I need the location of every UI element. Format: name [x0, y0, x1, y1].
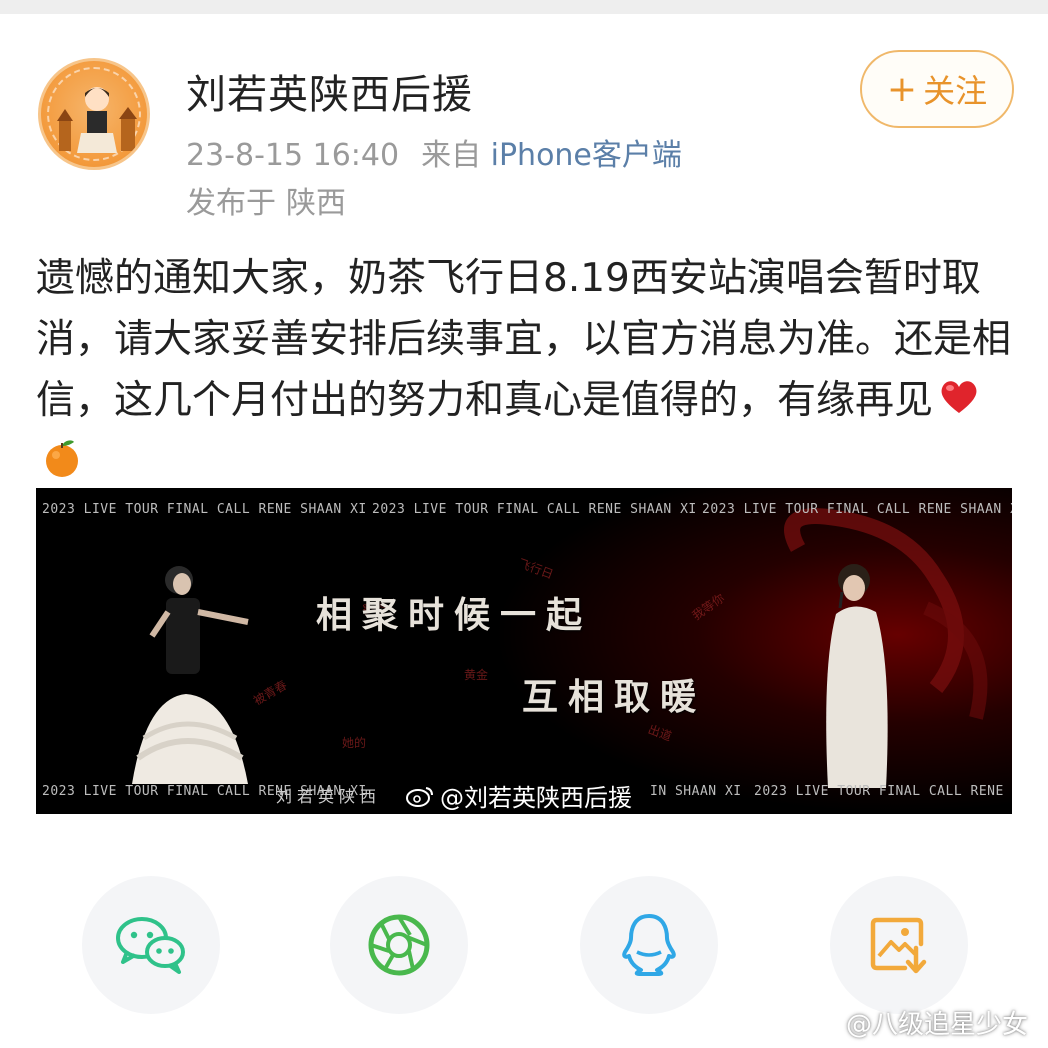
- status-bar-strip: [0, 0, 1048, 14]
- tour-line-top-2: 2023 LIVE TOUR FINAL CALL RENE SHAAN XI: [372, 502, 697, 517]
- banner-watermark: @刘若英陕西后援: [406, 778, 632, 813]
- moments-icon: [368, 914, 430, 976]
- banner-slogan-1: 相聚时候一起: [316, 594, 593, 636]
- source-prefix: 来自: [421, 138, 482, 173]
- tour-line-top-1: 2023 LIVE TOUR FINAL CALL RENE SHAAN XI: [42, 502, 367, 517]
- author-name[interactable]: 刘若英陕西后援: [186, 62, 473, 120]
- tangerine-emoji-icon: [46, 440, 78, 477]
- location-prefix: 发布于: [186, 186, 276, 221]
- float-word: 她的: [342, 736, 367, 750]
- float-word: 黄金: [464, 668, 489, 682]
- banner-tagline: 刘若英陕西: [276, 787, 382, 806]
- follow-button[interactable]: + 关注: [860, 50, 1014, 128]
- tour-line-top-3: 2023 LIVE TOUR FINAL CALL RENE SHAAN XI: [702, 502, 1012, 517]
- wechat-icon: [116, 917, 185, 974]
- share-moments-button[interactable]: [330, 876, 468, 1014]
- post-text: 遗憾的通知大家，奶茶飞行日8.19西安站演唱会暂时取消，请大家妥善安排后续事宜，…: [36, 248, 1016, 492]
- source-client[interactable]: iPhone客户端: [491, 138, 682, 173]
- qq-icon: [622, 914, 676, 976]
- plus-icon: +: [886, 68, 918, 110]
- weibo-icon: [406, 786, 433, 807]
- avatar-illustration: [57, 87, 137, 153]
- heart-emoji-icon: [941, 381, 977, 413]
- banner-watermark-text: @刘若英陕西后援: [440, 784, 632, 812]
- save-image-button[interactable]: [830, 876, 968, 1014]
- tour-line-bottom-2: IN SHAAN XI: [650, 784, 742, 799]
- banner-illustration: [132, 508, 988, 788]
- author-avatar[interactable]: [38, 58, 150, 170]
- weibo-icon: [812, 1013, 839, 1034]
- share-wechat-button[interactable]: [82, 876, 220, 1014]
- save-image-icon: [870, 917, 927, 974]
- banner-slogan-2: 互相取暖: [522, 676, 707, 718]
- post-datetime: 23-8-15 16:40: [186, 138, 400, 173]
- page-watermark: @八级追星少女: [812, 1004, 1028, 1041]
- follow-label: 关注: [923, 72, 988, 110]
- concert-banner-image[interactable]: 飞行日 黄金 我等你 她的 被青春 最美 出道 2023 LIVE TOUR F…: [36, 488, 1012, 814]
- share-qq-button[interactable]: [580, 876, 718, 1014]
- post-location: 发布于 陕西: [186, 178, 346, 222]
- post-meta: 23-8-15 16:40 来自 iPhone客户端: [186, 130, 682, 174]
- page-watermark-text: @八级追星少女: [846, 1010, 1029, 1040]
- post-text-body: 遗憾的通知大家，奶茶飞行日8.19西安站演唱会暂时取消，请大家妥善安排后续事宜，…: [36, 256, 1012, 423]
- location-value: 陕西: [286, 186, 346, 221]
- tour-line-bottom-3: 2023 LIVE TOUR FINAL CALL RENE SHAAN XI: [754, 784, 1012, 799]
